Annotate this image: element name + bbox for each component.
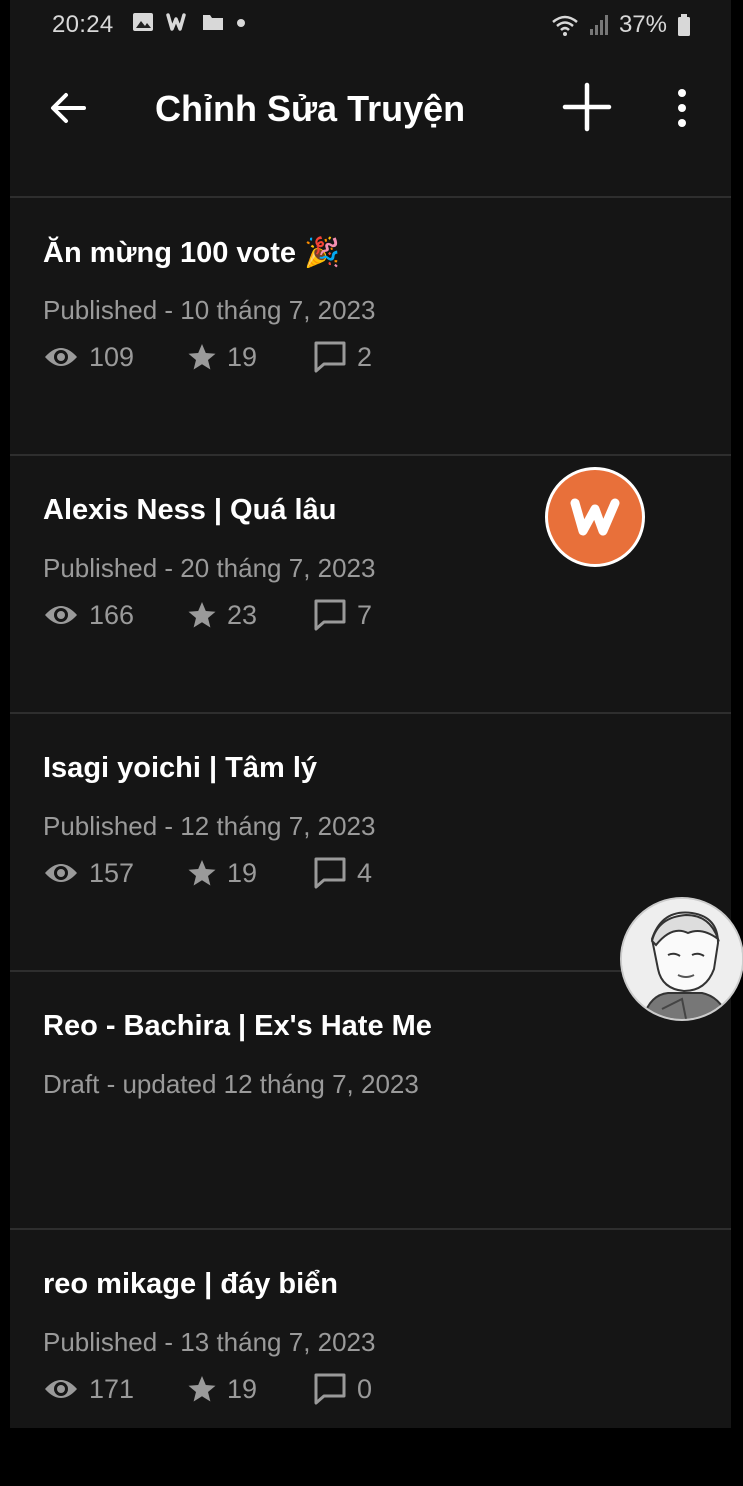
star-icon xyxy=(188,602,216,628)
views-stat: 157 xyxy=(43,858,187,889)
story-item[interactable]: Reo - Bachira | Ex's Hate Me Draft - upd… xyxy=(10,972,731,1228)
story-meta: Draft - updated 12 tháng 7, 2023 xyxy=(43,1069,419,1099)
manga-avatar-icon xyxy=(622,899,742,1019)
story-item[interactable]: reo mikage | đáy biển Published - 13 thá… xyxy=(10,1230,731,1486)
story-stats: 157 19 4 xyxy=(43,856,372,890)
image-icon xyxy=(133,13,153,31)
votes-count: 19 xyxy=(227,1373,258,1404)
star-icon xyxy=(188,1376,216,1402)
story-meta: Published - 12 tháng 7, 2023 xyxy=(43,811,376,841)
story-stats: 171 19 0 xyxy=(43,1372,372,1406)
votes-stat: 19 xyxy=(187,858,313,889)
views-stat: 166 xyxy=(43,600,187,631)
views-stat: 109 xyxy=(43,342,187,373)
wattpad-icon xyxy=(166,13,186,31)
plus-icon[interactable] xyxy=(562,82,612,132)
comments-stat: 7 xyxy=(313,598,372,632)
app-bar: Chỉnh Sửa Truyện xyxy=(10,50,731,196)
views-count: 109 xyxy=(89,341,135,372)
story-meta: Published - 10 tháng 7, 2023 xyxy=(43,295,376,325)
eye-icon xyxy=(45,348,77,366)
story-stats: 109 19 2 xyxy=(43,340,372,374)
status-time: 20:24 xyxy=(52,11,114,38)
story-meta: Published - 20 tháng 7, 2023 xyxy=(43,553,376,583)
more-vert-icon[interactable] xyxy=(672,88,692,128)
story-item[interactable]: Isagi yoichi | Tâm lý Published - 12 thá… xyxy=(10,714,731,970)
status-right: 37% xyxy=(551,11,691,39)
story-title: Alexis Ness | Quá lâu xyxy=(43,494,337,526)
views-stat: 171 xyxy=(43,1374,187,1405)
story-title: Ăn mừng 100 vote 🎉 xyxy=(43,237,341,269)
star-icon xyxy=(188,344,216,370)
story-title: reo mikage | đáy biển xyxy=(43,1268,338,1300)
comment-icon xyxy=(314,341,346,373)
story-item[interactable]: Ăn mừng 100 vote 🎉 Published - 10 tháng … xyxy=(10,198,731,454)
story-title: Reo - Bachira | Ex's Hate Me xyxy=(43,1010,432,1042)
votes-count: 19 xyxy=(227,341,258,372)
eye-icon xyxy=(45,864,77,882)
views-count: 166 xyxy=(89,599,135,630)
comments-count: 4 xyxy=(357,857,373,888)
wattpad-logo-icon xyxy=(570,498,620,536)
wifi-icon xyxy=(552,15,578,36)
votes-stat: 23 xyxy=(187,600,313,631)
eye-icon xyxy=(45,1380,77,1398)
votes-stat: 19 xyxy=(187,342,313,373)
folder-icon xyxy=(203,15,223,30)
comment-icon xyxy=(314,1373,346,1405)
views-count: 157 xyxy=(89,857,135,888)
comment-icon xyxy=(314,599,346,631)
comments-stat: 4 xyxy=(313,856,372,890)
story-meta: Published - 13 tháng 7, 2023 xyxy=(43,1327,376,1357)
comments-stat: 2 xyxy=(313,340,372,374)
avatar-floating-bubble[interactable] xyxy=(620,897,743,1021)
comments-count: 2 xyxy=(357,341,373,372)
comments-count: 0 xyxy=(357,1373,373,1404)
notification-icons xyxy=(132,12,246,32)
comments-count: 7 xyxy=(357,599,373,630)
page-title: Chỉnh Sửa Truyện xyxy=(155,88,466,129)
comments-stat: 0 xyxy=(313,1372,372,1406)
signal-icon xyxy=(589,15,608,35)
battery-icon xyxy=(678,14,690,36)
star-icon xyxy=(188,860,216,886)
comment-icon xyxy=(314,857,346,889)
votes-count: 23 xyxy=(227,599,258,630)
votes-count: 19 xyxy=(227,857,258,888)
eye-icon xyxy=(45,606,77,624)
story-title: Isagi yoichi | Tâm lý xyxy=(43,752,318,784)
back-arrow-icon[interactable] xyxy=(48,88,88,128)
wattpad-floating-bubble[interactable] xyxy=(545,467,645,567)
story-stats: 166 23 7 xyxy=(43,598,372,632)
battery-percent: 37% xyxy=(618,11,667,38)
dot-icon xyxy=(237,19,245,27)
views-count: 171 xyxy=(89,1373,135,1404)
status-bar: 20:24 37% xyxy=(0,0,743,50)
votes-stat: 19 xyxy=(187,1374,313,1405)
